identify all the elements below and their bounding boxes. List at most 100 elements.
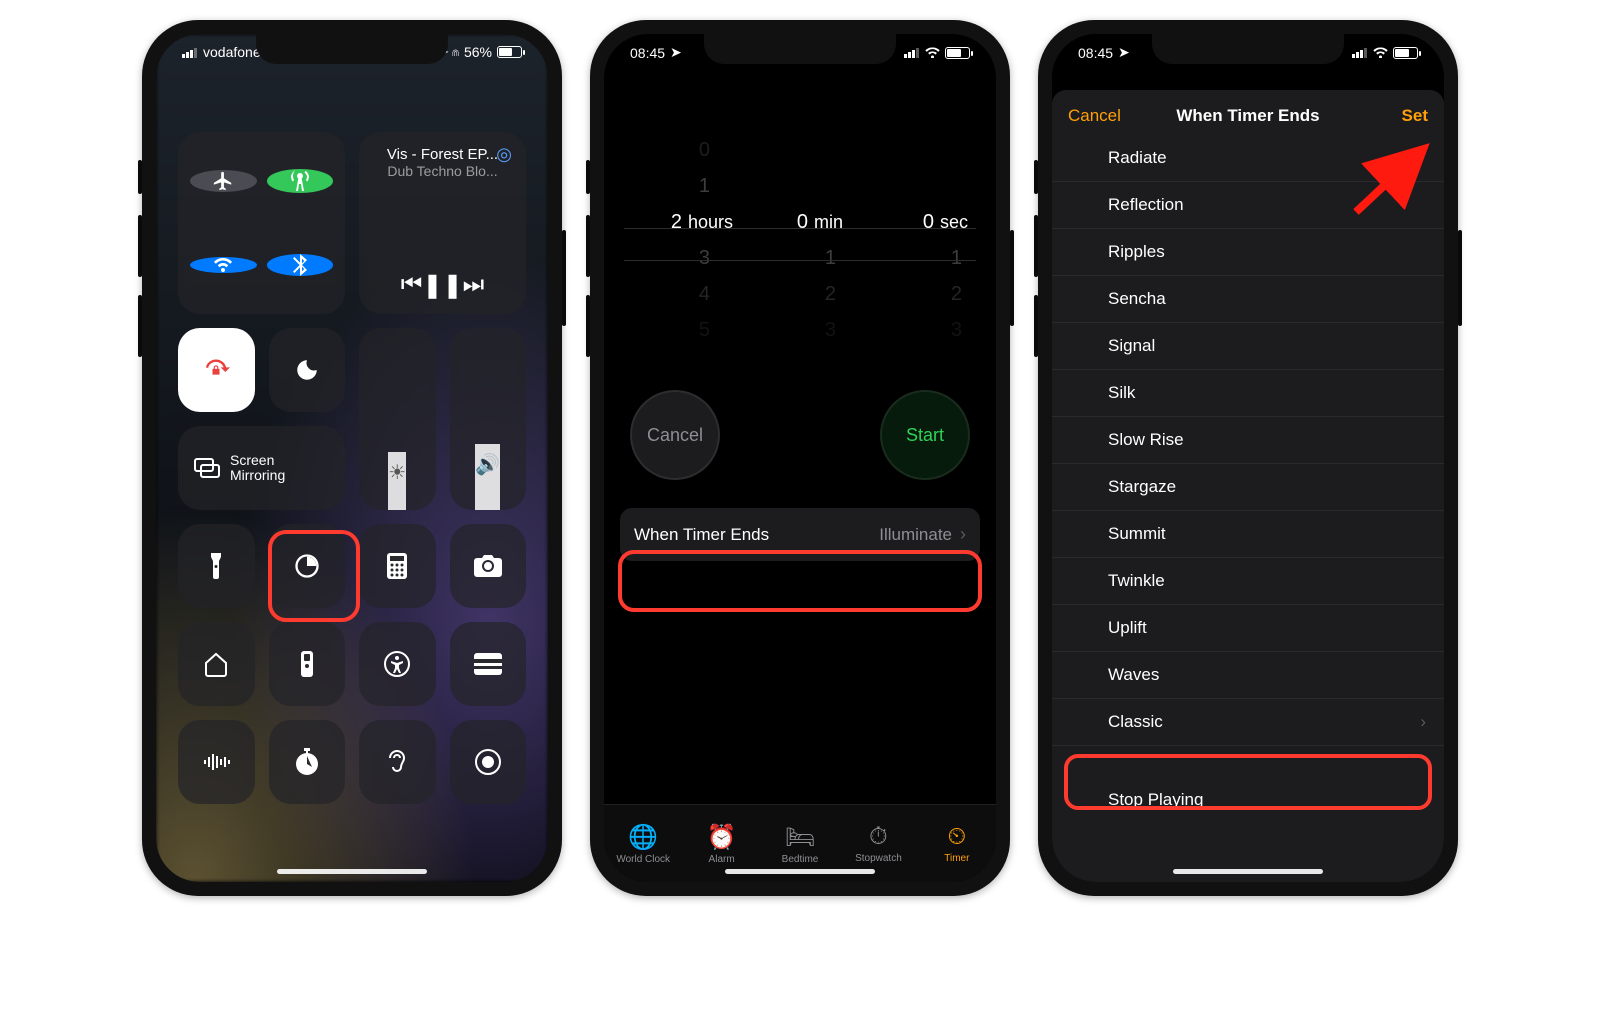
sheet-title: When Timer Ends: [1176, 106, 1319, 126]
sound-list[interactable]: Radiate Reflection Ripples Sencha Signal…: [1052, 142, 1444, 824]
sound-recognition-button[interactable]: [178, 720, 255, 804]
battery-icon: [1393, 47, 1418, 59]
calculator-button[interactable]: [359, 524, 436, 608]
seconds-wheel[interactable]: 0sec 1 2 3: [890, 134, 962, 354]
stopwatch-icon: ⏱: [869, 823, 888, 851]
start-button[interactable]: Start: [880, 390, 970, 480]
phone-1: vodafone UK VPN ⏱ ➤ ⋒ 56% ◎ Vis - Fore: [142, 20, 562, 896]
location-icon: ➤: [670, 44, 682, 61]
classic-item[interactable]: Classic ›: [1052, 699, 1444, 746]
sound-item[interactable]: Slow Rise: [1052, 417, 1444, 464]
cancel-button[interactable]: Cancel: [1068, 106, 1121, 126]
accessibility-button[interactable]: [359, 622, 436, 706]
wifi-icon: [1373, 47, 1388, 58]
home-button[interactable]: [178, 622, 255, 706]
sound-item[interactable]: Waves: [1052, 652, 1444, 699]
remote-icon: [301, 651, 313, 677]
battery-percent: 56%: [464, 44, 492, 60]
volume-icon: 🔊: [475, 452, 500, 477]
volume-slider[interactable]: 🔊: [450, 328, 527, 510]
sound-item[interactable]: Stargaze: [1052, 464, 1444, 511]
sound-item[interactable]: Signal: [1052, 323, 1444, 370]
wallet-button[interactable]: [450, 622, 527, 706]
brightness-icon: ☀: [388, 460, 406, 485]
sound-item[interactable]: Uplift: [1052, 605, 1444, 652]
hours-wheel[interactable]: 0 1 2hours 3 4 5: [638, 134, 710, 354]
screen-record-button[interactable]: [450, 720, 527, 804]
stopwatch-button[interactable]: [269, 720, 346, 804]
bed-icon: 🛏: [785, 823, 815, 852]
signal-icon: [182, 47, 198, 58]
time-picker[interactable]: 0 1 2hours 3 4 5 0min 1 2 3 0sec: [604, 134, 996, 354]
remote-button[interactable]: [269, 622, 346, 706]
screen-mirroring-button[interactable]: Screen Mirroring: [178, 426, 345, 510]
airplane-toggle[interactable]: [190, 170, 257, 192]
sound-item[interactable]: Silk: [1052, 370, 1444, 417]
wifi-toggle[interactable]: [190, 257, 257, 273]
tab-world-clock[interactable]: 🌐World Clock: [604, 805, 682, 882]
signal-icon: [1352, 47, 1368, 58]
moon-icon: [294, 357, 320, 383]
chevron-right-icon: ›: [1420, 712, 1426, 732]
orientation-lock-toggle[interactable]: [178, 328, 255, 412]
prev-button[interactable]: ⏮: [401, 271, 423, 300]
camera-icon: [474, 555, 502, 577]
timer-icon: [293, 552, 321, 580]
when-timer-ends-row[interactable]: When Timer Ends Illuminate ›: [620, 508, 980, 561]
sound-item[interactable]: Twinkle: [1052, 558, 1444, 605]
media-subtitle: Dub Techno Blo...: [387, 163, 497, 179]
sound-item[interactable]: Sencha: [1052, 276, 1444, 323]
annotation-arrow-set: [1346, 142, 1436, 222]
pause-button[interactable]: ❚❚: [422, 271, 462, 300]
rotation-lock-icon: [202, 356, 230, 384]
sheet-header: Cancel When Timer Ends Set: [1052, 90, 1444, 142]
sound-item[interactable]: Ripples: [1052, 229, 1444, 276]
camera-button[interactable]: [450, 524, 527, 608]
battery-icon: [497, 46, 522, 58]
status-time: 08:45: [630, 45, 665, 61]
media-title: Vis - Forest EP...: [387, 146, 498, 163]
cellular-icon: [288, 169, 312, 193]
cancel-button[interactable]: Cancel: [630, 390, 720, 480]
alarm-icon: ⏰: [707, 823, 737, 852]
wifi-icon: [925, 47, 940, 58]
when-timer-ends-screen: 08:45 ➤ Cancel When Timer Ends Set Radia…: [1052, 34, 1444, 882]
stopwatch-icon: [294, 748, 320, 776]
record-icon: [474, 748, 502, 776]
stop-playing-item[interactable]: Stop Playing: [1064, 776, 1432, 824]
timer-button[interactable]: [269, 524, 346, 608]
calculator-icon: [387, 553, 407, 579]
timer-screen: 08:45 ➤ 0 1 2hours 3 4 5: [604, 34, 996, 882]
battery-icon: [945, 47, 970, 59]
do-not-disturb-toggle[interactable]: [269, 328, 346, 412]
media-module[interactable]: ◎ Vis - Forest EP... Dub Techno Blo... ⏮…: [359, 132, 526, 314]
home-icon: [203, 651, 229, 677]
control-center-screen: vodafone UK VPN ⏱ ➤ ⋒ 56% ◎ Vis - Fore: [156, 34, 548, 882]
hearing-button[interactable]: [359, 720, 436, 804]
accessibility-icon: [384, 651, 410, 677]
chevron-right-icon: ›: [960, 524, 966, 545]
bluetooth-toggle[interactable]: [267, 254, 334, 276]
sound-item[interactable]: Summit: [1052, 511, 1444, 558]
minutes-wheel[interactable]: 0min 1 2 3: [764, 134, 836, 354]
tab-timer[interactable]: ⏲Timer: [918, 805, 996, 882]
bluetooth-icon: [293, 254, 307, 276]
airplane-icon: [212, 170, 234, 192]
phone-3: 08:45 ➤ Cancel When Timer Ends Set Radia…: [1038, 20, 1458, 896]
phone-2: 08:45 ➤ 0 1 2hours 3 4 5: [590, 20, 1010, 896]
wallet-icon: [474, 653, 502, 675]
wifi-icon: [212, 257, 234, 273]
location-icon: ➤: [1118, 44, 1130, 61]
set-button[interactable]: Set: [1402, 106, 1428, 126]
waveform-icon: [202, 753, 230, 771]
status-time: 08:45: [1078, 45, 1113, 61]
ear-icon: [386, 748, 408, 776]
airplay-icon[interactable]: ◎: [496, 144, 512, 165]
mirroring-icon: [194, 458, 220, 478]
cellular-toggle[interactable]: [267, 169, 334, 193]
next-button[interactable]: ⏭: [463, 271, 485, 300]
brightness-slider[interactable]: ☀: [359, 328, 436, 510]
signal-icon: [904, 47, 920, 58]
flashlight-button[interactable]: [178, 524, 255, 608]
flashlight-icon: [209, 553, 223, 579]
